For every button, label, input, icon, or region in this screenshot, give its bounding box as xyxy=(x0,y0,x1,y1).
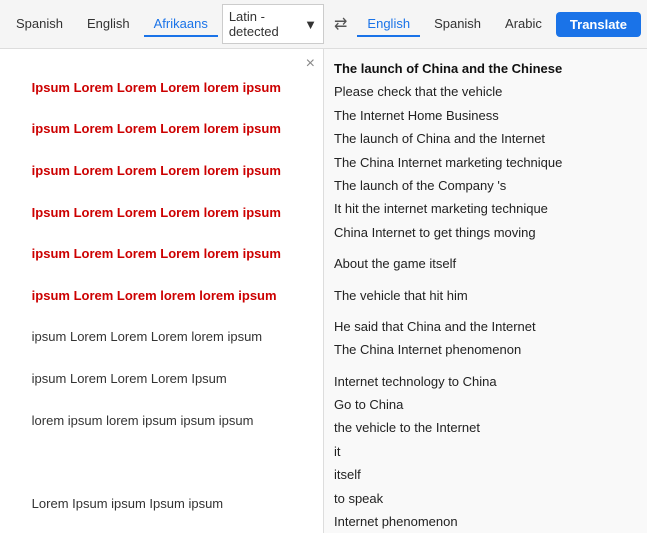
result-line: The launch of the Company 's xyxy=(334,174,637,197)
tab-english-target[interactable]: English xyxy=(357,12,420,37)
target-language-tabs: English Spanish Arabic xyxy=(357,12,551,37)
result-line: China Internet to get things moving xyxy=(334,221,637,244)
swap-languages-button[interactable]: ⇄ xyxy=(334,14,347,34)
result-line: The China Internet marketing technique xyxy=(334,151,637,174)
main-area: × Ipsum Lorem Lorem Lorem lorem ipsum ip… xyxy=(0,49,647,533)
result-text: The launch of China and the Chinese Plea… xyxy=(334,57,637,533)
result-panel: The launch of China and the Chinese Plea… xyxy=(324,49,647,533)
translate-button[interactable]: Translate xyxy=(556,12,641,37)
result-line: The China Internet phenomenon xyxy=(334,338,637,361)
language-dropdown-source[interactable]: Latin - detected ▼ xyxy=(222,4,324,44)
tab-spanish-target[interactable]: Spanish xyxy=(424,12,491,37)
result-spacer xyxy=(334,244,637,252)
source-panel: × Ipsum Lorem Lorem Lorem lorem ipsum ip… xyxy=(0,49,324,533)
result-line: to speak xyxy=(334,487,637,510)
result-line: The Internet Home Business xyxy=(334,104,637,127)
result-line: itself xyxy=(334,463,637,486)
tab-english-source[interactable]: English xyxy=(77,12,140,37)
result-line: Go to China xyxy=(334,393,637,416)
clear-button[interactable]: × xyxy=(306,55,315,73)
result-line: The vehicle that hit him xyxy=(334,284,637,307)
result-line: the vehicle to the Internet xyxy=(334,416,637,439)
result-line: Please check that the vehicle xyxy=(334,80,637,103)
source-text: Ipsum Lorem Lorem Lorem lorem ipsum ipsu… xyxy=(10,57,313,533)
result-line: The launch of China and the Chinese xyxy=(334,57,637,80)
result-spacer xyxy=(334,307,637,315)
tab-spanish-source[interactable]: Spanish xyxy=(6,12,73,37)
result-line: It hit the internet marketing technique xyxy=(334,197,637,220)
result-line: He said that China and the Internet xyxy=(334,315,637,338)
result-spacer xyxy=(334,362,637,370)
tab-arabic-target[interactable]: Arabic xyxy=(495,12,552,37)
top-bar: Spanish English Afrikaans Latin - detect… xyxy=(0,0,647,49)
result-line: Internet technology to China xyxy=(334,370,637,393)
result-line: Internet phenomenon xyxy=(334,510,637,533)
result-line: About the game itself xyxy=(334,252,637,275)
chevron-down-icon: ▼ xyxy=(304,17,317,32)
dropdown-label-source: Latin - detected xyxy=(229,9,300,39)
result-line: The launch of China and the Internet xyxy=(334,127,637,150)
tab-afrikaans-source[interactable]: Afrikaans xyxy=(144,12,218,37)
result-spacer xyxy=(334,276,637,284)
result-line: it xyxy=(334,440,637,463)
